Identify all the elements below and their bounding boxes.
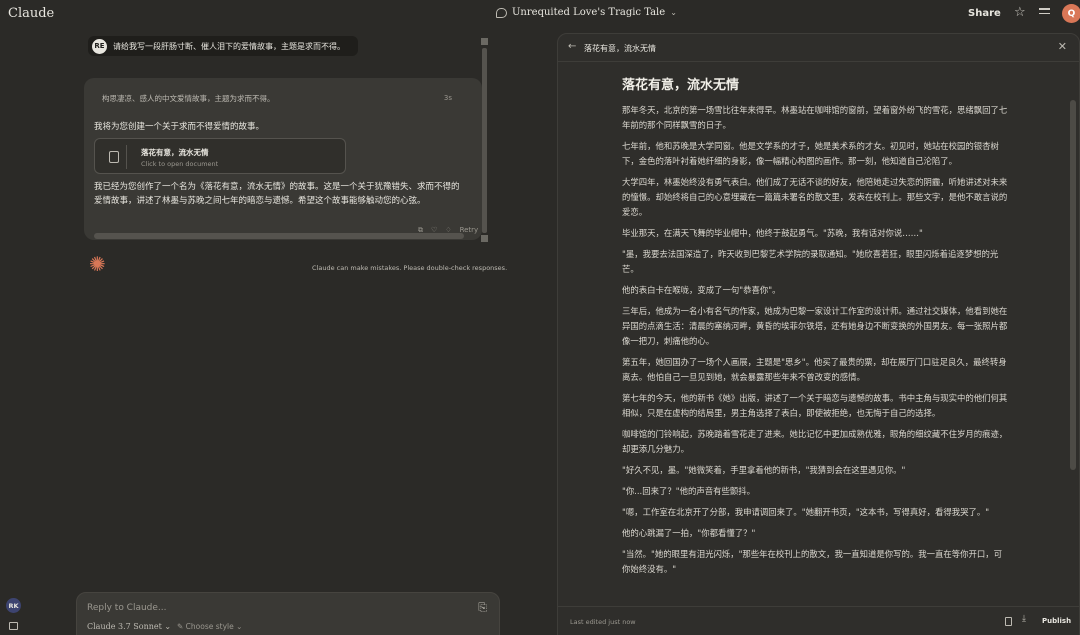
document-paragraph: 第七年的今天，他的新书《她》出版，讲述了一个关于暗恋与遗憾的故事。书中主角与现实… xyxy=(622,393,1008,418)
publish-button[interactable]: Publish xyxy=(1042,617,1071,625)
user-message-avatar: RE xyxy=(92,38,107,54)
document-paragraph: "嗯，工作室在北京开了分部，我申请调回来了。"她翻开书页，"这本书，写得真好，看… xyxy=(622,507,990,517)
star-icon[interactable]: ☆ xyxy=(1014,5,1026,20)
document-paragraph: 三年后，他成为一名小有名气的作家，她成为巴黎一家设计工作室的设计师。通过社交媒体… xyxy=(622,306,1008,346)
vertical-scrollbar[interactable] xyxy=(481,38,488,242)
conversation-title-menu[interactable]: Unrequited Love's Tragic Tale ⌄ xyxy=(496,7,677,18)
artifact-panel-title: 落花有意，流水无情 xyxy=(584,44,656,53)
reply-composer[interactable]: Reply to Claude... ⎘ Claude 3.7 Sonnet ⌄… xyxy=(76,592,500,635)
artifact-panel-header: ← 落花有意，流水无情 ✕ xyxy=(558,34,1079,62)
style-label: Choose style xyxy=(185,622,234,631)
document-title: 落花有意，流水无情 xyxy=(622,78,740,93)
artifact-title: 落花有意，流水无情 xyxy=(141,148,209,157)
user-message-text: 请给我写一段肝肠寸断、催人泪下的爱情故事，主题是求而不得。 xyxy=(113,41,345,51)
document-icon xyxy=(103,145,127,169)
artifact-panel-footer: Last edited just now ⤓ Publish xyxy=(558,606,1079,635)
horizontal-scrollbar[interactable] xyxy=(94,233,464,239)
sidebar-user-avatar[interactable]: RK xyxy=(6,598,21,613)
attach-icon[interactable]: ⎘ xyxy=(478,601,487,615)
user-avatar[interactable]: Q xyxy=(1062,4,1080,23)
document-paragraph: 咖啡馆的门铃响起，苏晚踏着雪花走了进来。她比记忆中更加成熟优雅，眼角的细纹藏不住… xyxy=(622,429,1008,454)
artifact-card[interactable]: 落花有意，流水无情 Click to open document xyxy=(94,138,346,174)
document-paragraph: "当然。"她的眼里有泪光闪烁，"那些年在校刊上的散文，我一直知道是你写的。我一直… xyxy=(622,549,1003,574)
artifact-subtitle: Click to open document xyxy=(141,160,219,168)
chevron-down-icon: ⌄ xyxy=(670,8,677,17)
document-paragraph: 他的表白卡在喉咙，变成了一句"恭喜你"。 xyxy=(622,285,781,295)
claude-spark-icon: ✺ xyxy=(89,252,106,276)
document-paragraph: 第五年，她回国办了一场个人画展，主题是"思乡"。他买了最贵的票，却在展厅门口驻足… xyxy=(622,357,1007,382)
brand-logo[interactable]: Claude xyxy=(8,6,54,21)
back-arrow-icon[interactable]: ← xyxy=(568,41,576,52)
conversation-title: Unrequited Love's Tragic Tale xyxy=(512,7,666,18)
model-selector[interactable]: Claude 3.7 Sonnet ⌄ xyxy=(87,622,171,631)
sliders-icon[interactable] xyxy=(1039,8,1050,18)
document-paragraph: 七年前，他和苏晚是大学同窗。他是文学系的才子，她是美术系的才女。初见时，她站在校… xyxy=(622,141,999,166)
thinking-time: 3s xyxy=(443,94,452,102)
assistant-message: 构思凄凉、感人的中文爱情故事，主题为求而不得。 3s 我将为您创建一个关于求而不… xyxy=(84,78,482,240)
assistant-intro-text: 我将为您创建一个关于求而不得爱情的故事。 xyxy=(94,122,265,132)
close-icon[interactable]: ✕ xyxy=(1058,40,1067,53)
document-paragraph: "好久不见，墨。"她微笑着，手里拿着他的新书，"我猜到会在这里遇见你。" xyxy=(622,465,906,475)
chat-column: RE 请给我写一段肝肠寸断、催人泪下的爱情故事，主题是求而不得。 构思凄凉、感人… xyxy=(84,28,507,588)
disclaimer-text: Claude can make mistakes. Please double-… xyxy=(312,264,508,272)
document-paragraph: 毕业那天，在满天飞舞的毕业帽中，他终于鼓起勇气。"苏晚，我有话对你说……" xyxy=(622,228,923,238)
scroll-down-arrow[interactable] xyxy=(481,235,488,242)
top-bar: Claude Unrequited Love's Tragic Tale ⌄ S… xyxy=(0,0,1080,28)
chat-bubble-icon xyxy=(496,7,507,18)
last-edited-text: Last edited just now xyxy=(570,618,636,626)
artifact-scrollbar-thumb[interactable] xyxy=(1070,100,1076,470)
document-paragraph: 那年冬天，北京的第一场雪比往年来得早。林墨站在咖啡馆的窗前，望着窗外纷飞的雪花，… xyxy=(622,105,1008,130)
document-paragraph: 大学四年，林墨始终没有勇气表白。他们成了无话不谈的好友，他陪她走过失恋的阴霾，听… xyxy=(622,177,1008,217)
sidebar-toggle-icon[interactable] xyxy=(9,622,18,630)
download-icon[interactable]: ⤓ xyxy=(1022,614,1026,624)
document-paragraph: "墨，我要去法国深造了，昨天收到巴黎艺术学院的录取通知。"她欣喜若狂，眼里闪烁着… xyxy=(622,249,999,274)
document-paragraph: "你...回来了？"他的声音有些颤抖。 xyxy=(622,486,755,496)
assistant-summary-text: 我已经为您创作了一个名为《落花有意，流水无情》的故事。这是一个关于犹豫错失、求而… xyxy=(94,182,460,206)
scroll-up-arrow[interactable] xyxy=(481,38,488,45)
style-selector[interactable]: ✎ Choose style ⌄ xyxy=(177,622,242,631)
share-button[interactable]: Share xyxy=(968,8,1001,19)
user-message: RE 请给我写一段肝肠寸断、催人泪下的爱情故事，主题是求而不得。 xyxy=(88,36,358,56)
reply-input[interactable]: Reply to Claude... xyxy=(87,603,167,613)
model-name: Claude 3.7 Sonnet xyxy=(87,622,162,631)
artifact-scrollbar[interactable] xyxy=(1070,70,1076,610)
artifact-panel: ← 落花有意，流水无情 ✕ 落花有意，流水无情 那年冬天，北京的第一场雪比往年来… xyxy=(557,33,1080,635)
thinking-summary[interactable]: 构思凄凉、感人的中文爱情故事，主题为求而不得。 xyxy=(102,93,275,104)
scrollbar-thumb[interactable] xyxy=(482,48,487,233)
document-paragraph: 他的心跳漏了一拍，"你都看懂了？" xyxy=(622,528,756,538)
copy-icon[interactable] xyxy=(1005,617,1012,626)
artifact-document: 落花有意，流水无情 那年冬天，北京的第一场雪比往年来得早。林墨站在咖啡馆的窗前，… xyxy=(622,74,1008,583)
